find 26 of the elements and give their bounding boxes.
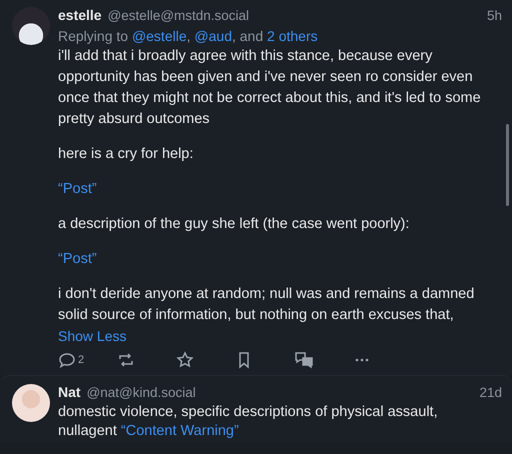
mention-link[interactable]: 2 others xyxy=(267,28,318,44)
reply-count: 2 xyxy=(78,354,84,366)
scrollbar[interactable] xyxy=(506,124,509,206)
avatar[interactable] xyxy=(12,384,50,422)
post-paragraph: i don't deride anyone at random; null was and remains a damned solid source of information, but nothing on earth excuses that, xyxy=(58,285,476,325)
mention-link[interactable]: @estelle xyxy=(132,28,187,44)
user-handle: @nat@kind.social xyxy=(86,384,196,402)
mention-link[interactable]: @aud xyxy=(194,28,232,44)
content-warning-text: domestic violence, specific descriptions of physical assault, nullagent “Content Warning” xyxy=(58,403,439,441)
display-name[interactable]: Nat xyxy=(58,382,81,402)
reply-icon[interactable] xyxy=(58,351,76,369)
post-paragraph: i'll add that i broadly agree with this stance, because every opportunity has been given and i've never seen ro consider even once that they might not be correct about this, and it's led to some pretty absurd outcomes xyxy=(58,47,482,129)
post-link[interactable]: “Post” xyxy=(58,179,494,200)
display-name[interactable]: estelle xyxy=(58,5,102,25)
post-time: 21d xyxy=(479,384,502,402)
post-link[interactable]: “Post” xyxy=(58,249,494,270)
post-paragraph: a description of the guy she left (the case went poorly): xyxy=(58,215,410,234)
user-handle: @estelle@mstdn.social xyxy=(108,7,250,25)
show-less-link[interactable]: Show Less xyxy=(58,326,126,347)
star-icon[interactable] xyxy=(176,351,194,369)
content-warning-link[interactable]: “Content Warning” xyxy=(120,423,239,439)
post-time: 5h xyxy=(486,7,502,25)
post-paragraph: here is a cry for help: xyxy=(58,145,194,164)
avatar[interactable] xyxy=(12,7,50,45)
replying-to-text: Replying to @estelle, @aud, and 2 others xyxy=(58,27,319,46)
boost-icon[interactable] xyxy=(117,351,135,369)
